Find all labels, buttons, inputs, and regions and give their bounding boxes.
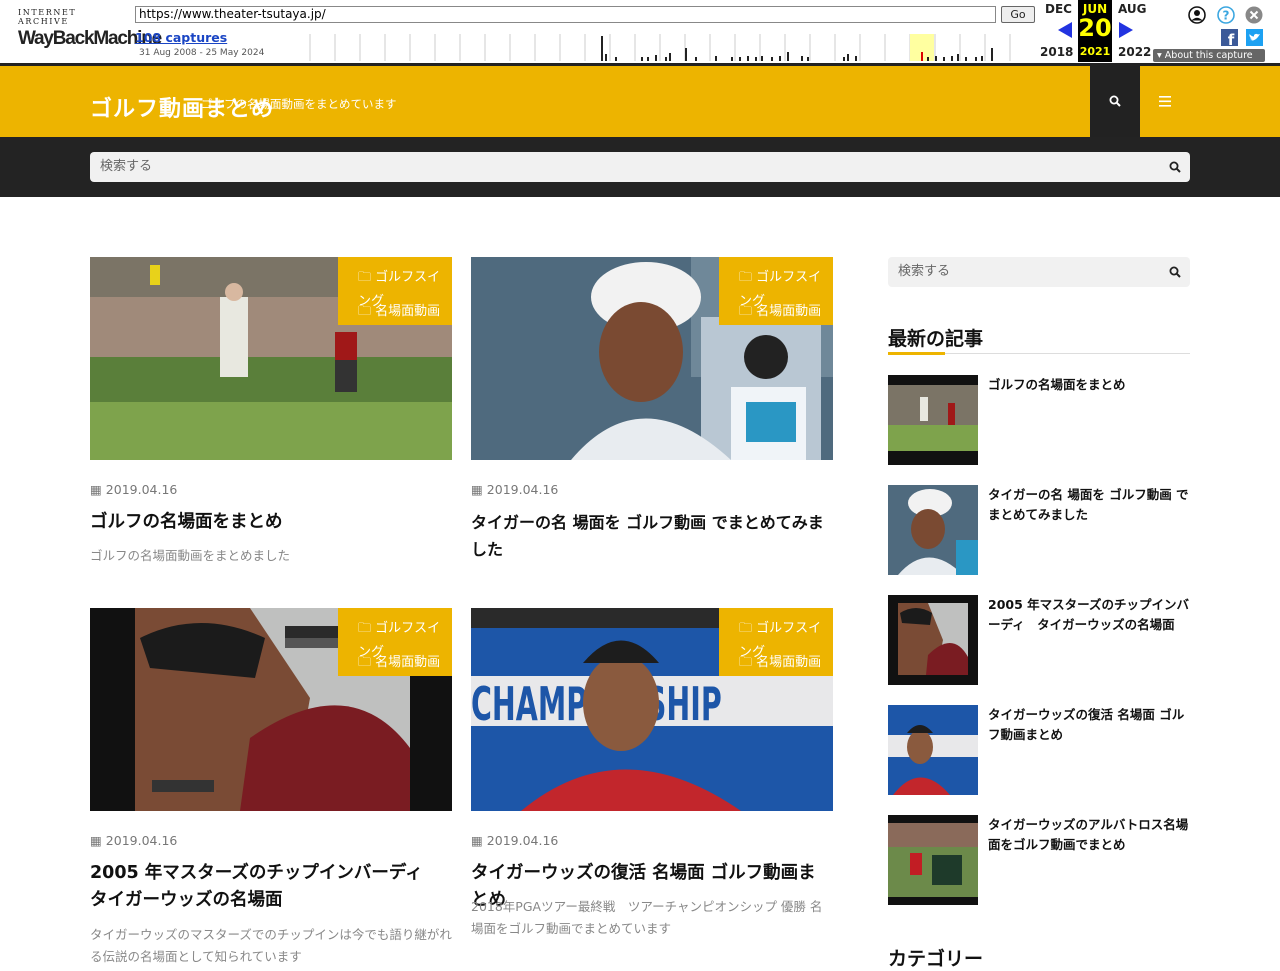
post-title[interactable]: 2005 年マスターズのチップインバーディ タイガーウッズの名場面 (90, 860, 452, 914)
wayback-logo[interactable]: INTERNET ARCHIVE WayBackMachine (18, 8, 162, 52)
header-search-button[interactable] (1090, 66, 1140, 137)
post-card[interactable]: 🗀 ゴルフスイング 🗀 名場面動画 ▦ 2019.04.16 2005 年マスタ… (90, 608, 452, 964)
post-card[interactable]: CHAMPIONSHIP 🗀 ゴルフスイング 🗀 名場面動画 ▦ 2019.04… (471, 608, 833, 960)
recent-post-title[interactable]: 2005 年マスターズのチップインバーディ タイガーウッズの名場面 (988, 595, 1190, 635)
recent-post-thumbnail[interactable] (888, 815, 978, 905)
post-date: ▦ 2019.04.16 (471, 482, 559, 497)
post-date: ▦ 2019.04.16 (471, 833, 559, 848)
category-tag[interactable]: 🗀 名場面動画 (358, 300, 440, 324)
wayback-prev-year[interactable]: 2018 (1040, 45, 1073, 59)
wayback-url-input[interactable]: https://www.theater-tsutaya.jp/ (135, 6, 996, 23)
category-tag[interactable]: 🗀 名場面動画 (739, 300, 821, 324)
recent-post-item[interactable]: タイガーの名 場面を ゴルフ動画 でまとめてみました (888, 485, 1190, 575)
recent-post-item[interactable]: 2005 年マスターズのチップインバーディ タイガーウッズの名場面 (888, 595, 1190, 685)
recent-post-title[interactable]: タイガーウッズのアルバトロス名場面をゴルフ動画でまとめ (988, 815, 1190, 855)
heading-underline (888, 352, 1190, 355)
category-tag[interactable]: 🗀 名場面動画 (358, 651, 440, 675)
recent-post-thumbnail[interactable] (888, 595, 978, 685)
post-title[interactable]: ゴルフの名場面をまとめ (90, 509, 452, 536)
recent-posts-heading: 最新の記事 (888, 328, 984, 350)
close-icon[interactable] (1245, 6, 1263, 24)
recent-post-title[interactable]: タイガーウッズの復活 名場面 ゴルフ動画まとめ (988, 705, 1190, 745)
sidebar-search-input[interactable]: 検索する (888, 257, 1190, 287)
category-tag[interactable]: 🗀 名場面動画 (739, 651, 821, 675)
wayback-logo-top: INTERNET ARCHIVE (18, 8, 77, 26)
recent-post-thumbnail[interactable] (888, 705, 978, 795)
category-tags: 🗀 ゴルフスイング 🗀 名場面動画 (338, 608, 452, 676)
recent-post-thumbnail[interactable] (888, 485, 978, 575)
wayback-next-month[interactable]: AUG (1118, 2, 1147, 16)
post-excerpt: ゴルフの名場面動画をまとめました (90, 548, 291, 563)
post-excerpt: タイガーウッズのマスターズでのチップインは今でも語り継がれる伝説の名場面として知… (90, 927, 452, 964)
svg-text:?: ? (1223, 9, 1230, 23)
wayback-cur-year: 2021 (1079, 45, 1111, 58)
wayback-next-arrow-icon[interactable] (1119, 22, 1133, 38)
recent-post-thumbnail[interactable] (888, 375, 978, 465)
wayback-go-button[interactable]: Go (1001, 6, 1035, 23)
post-date: ▦ 2019.04.16 (90, 833, 178, 848)
category-tags: 🗀 ゴルフスイング 🗀 名場面動画 (338, 257, 452, 325)
recent-post-title[interactable]: タイガーの名 場面を ゴルフ動画 でまとめてみました (988, 485, 1190, 525)
wayback-toolbar: INTERNET ARCHIVE WayBackMachine https://… (0, 0, 1280, 66)
site-description: ゴルフの名場面動画をまとめています (201, 97, 397, 111)
about-capture-button[interactable]: ▾ About this capture (1153, 49, 1265, 62)
help-icon[interactable]: ? (1217, 6, 1235, 24)
category-tags: 🗀 ゴルフスイング 🗀 名場面動画 (719, 257, 833, 325)
post-card[interactable]: 🗀 ゴルフスイング 🗀 名場面動画 ▦ 2019.04.16 タイガーの名 場面… (471, 257, 833, 587)
header-menu-button[interactable] (1140, 66, 1190, 137)
twitter-icon[interactable] (1246, 29, 1263, 46)
recent-post-title[interactable]: ゴルフの名場面をまとめ (988, 375, 1190, 395)
wayback-prev-arrow-icon[interactable] (1058, 22, 1072, 38)
category-tags: 🗀 ゴルフスイング 🗀 名場面動画 (719, 608, 833, 676)
post-date: ▦ 2019.04.16 (90, 482, 178, 497)
post-title[interactable]: タイガーの名 場面を ゴルフ動画 でまとめてみました (471, 509, 833, 563)
search-icon[interactable] (1169, 161, 1181, 173)
search-icon (1109, 95, 1121, 107)
wayback-sparkline[interactable] (285, 34, 1035, 61)
wayback-next-year[interactable]: 2022 (1118, 45, 1151, 59)
top-search-placeholder: 検索する (100, 159, 153, 174)
post-excerpt: 2018年PGAツアー最終戦 ツアーチャンピオンシップ 優勝 名場面をゴルフ動画… (471, 899, 823, 936)
top-search-input[interactable]: 検索する (90, 152, 1190, 182)
sidebar-search-placeholder: 検索する (898, 264, 951, 279)
wayback-capture-range: 31 Aug 2008 - 25 May 2024 (139, 48, 265, 58)
user-icon[interactable] (1188, 6, 1206, 24)
hamburger-icon (1159, 96, 1171, 107)
wayback-current-capture: JUN 20 2021 (1078, 0, 1112, 62)
post-card[interactable]: 🗀 ゴルフスイング 🗀 名場面動画 ▦ 2019.04.16 ゴルフの名場面をま… (90, 257, 452, 587)
categories-heading: カテゴリー (888, 948, 984, 970)
wayback-captures-link[interactable]: 108 captures (135, 30, 227, 45)
facebook-icon[interactable]: f (1221, 29, 1238, 46)
search-icon[interactable] (1169, 266, 1181, 278)
wayback-logo-main: WayBackMachine (18, 28, 162, 49)
wayback-cur-day: 20 (1078, 14, 1112, 42)
svg-text:f: f (1228, 31, 1235, 46)
recent-post-item[interactable]: ゴルフの名場面をまとめ (888, 375, 1190, 465)
recent-post-item[interactable]: タイガーウッズのアルバトロス名場面をゴルフ動画でまとめ (888, 815, 1190, 905)
wayback-prev-month[interactable]: DEC (1045, 2, 1072, 16)
recent-post-item[interactable]: タイガーウッズの復活 名場面 ゴルフ動画まとめ (888, 705, 1190, 795)
